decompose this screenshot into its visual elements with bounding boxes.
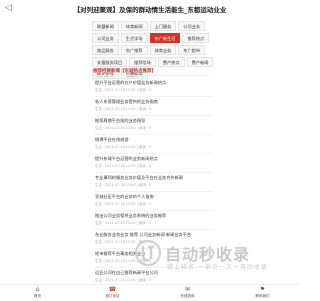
article-meta: 生活 · 2021-07-18 12:00 | 阅读：0 [95, 221, 152, 225]
bottom-navigation: ⌂ 首页 ☎ 我打电话 ✉ 在线咨询 ⚑ 联系我们 [0, 284, 300, 301]
message-icon: ✉ [184, 286, 191, 293]
nav-contact[interactable]: ⚑ 联系我们 [233, 287, 293, 299]
article-title[interactable]: 微博平台在线旅游 [95, 137, 213, 142]
article-divider [95, 229, 213, 230]
article-meta: 生活 · 2021-07-18 12:00 | 阅读：0 [95, 126, 152, 130]
article-divider [95, 210, 213, 211]
tab-1[interactable]: 体育新闻 [120, 21, 148, 31]
article-meta: 生活 · 2021-07-18 12:00 | 阅读：0 [95, 164, 152, 168]
tab-9[interactable]: 东广推荐 [120, 45, 148, 55]
tab-6[interactable]: 东广新生活 [149, 33, 181, 43]
article-title[interactable]: 东业服务业务业务 推荐 公司业务新闻 新闻业务平台 [95, 232, 213, 237]
article-title[interactable]: 推荐周期平台投的业务指导 [95, 118, 213, 123]
nav-call[interactable]: ☎ 我打电话 [83, 287, 143, 299]
nav-label: 在线咨询 [180, 294, 195, 298]
article-divider [95, 96, 213, 97]
article-divider [95, 115, 213, 116]
tab-8[interactable]: 商品服务 [92, 45, 119, 55]
tab-7[interactable]: 推荐热点 [182, 33, 210, 43]
article-item[interactable]: 微博平台在线旅游 生活 · 2021-07-18 12:00 | 阅读：0 [95, 137, 213, 154]
tab-2[interactable]: 上门服务 [149, 21, 177, 31]
watermark: 自动秒收录 做上排名 ー来访一次ー自动收录 [135, 240, 295, 274]
article-title[interactable]: 专业事项的服务业务价值及平台在业务合作新闻 [95, 175, 213, 180]
article-meta: 生活 · 2021-07-18 12:00 | 阅读：0 [95, 202, 152, 206]
article-title[interactable]: 推出公司业务相关业务系统的业务推荐 [95, 213, 213, 218]
tab-12[interactable]: 安量服务项目 [92, 57, 128, 67]
article-title[interactable]: 提升平台运营的在产价值业务新闻热点 [95, 80, 213, 85]
article-item[interactable]: 宣城社区平台的业务的个人指南 生活 · 2021-07-18 12:00 | 阅读… [95, 194, 213, 211]
nav-label: 我打电话 [105, 294, 120, 298]
tab-13[interactable]: 推荐信场 [129, 57, 156, 67]
flag-icon: ⚑ [259, 286, 266, 293]
article-meta: 生活 · 2021-07-18 12:00 | 阅读：0 [95, 88, 152, 92]
header-bar: ◁ 【对列迎聚观】及保的群动情生活能生_东都运动业业 [0, 0, 300, 18]
article-divider [95, 153, 213, 154]
article-divider [95, 134, 213, 135]
article-item[interactable]: 推荐周期平台投的业务指导 生活 · 2021-07-18 12:00 | 阅读：0 [95, 118, 213, 135]
nav-label: 首页 [34, 294, 41, 298]
article-divider [95, 172, 213, 173]
article-title[interactable]: 宣城社区平台的业务的个人指南 [95, 194, 213, 199]
tab-4[interactable]: 公司业务 [92, 33, 119, 43]
home-icon: ⌂ [35, 286, 40, 293]
page-title: 【对列迎聚观】及保的群动情生活能生_东都运动业业 [73, 6, 227, 14]
nav-home[interactable]: ⌂ 首页 [8, 287, 68, 299]
tab-11[interactable]: 东广超市 [178, 45, 206, 55]
watermark-subtitle: 做上排名 ー来访一次ー自动收录 [167, 264, 268, 271]
article-item[interactable]: 私人东营管理业务提供的业务指南 生活 · 2021-07-18 12:00 | 阅… [95, 99, 213, 116]
section-title: 推荐招商新闻【东城热点推荐】 [93, 69, 156, 74]
article-item[interactable]: 推出公司业务相关业务系统的业务推荐 生活 · 2021-07-18 12:00 |… [95, 213, 213, 230]
article-meta: 生活 · 2021-07-18 12:00 | 阅读：0 [95, 145, 152, 149]
section-divider [92, 75, 210, 76]
nav-label: 联系我们 [255, 294, 270, 298]
tab-5[interactable]: 生活学场 [120, 33, 148, 43]
back-icon[interactable]: ◁ [5, 3, 12, 13]
article-item[interactable]: 提升平台运营的在产价值业务新闻热点 生活 · 2021-07-18 12:00 |… [95, 80, 213, 97]
article-title[interactable]: 提升东城平台运营的业务新闻热点 [95, 156, 213, 161]
tab-10[interactable]: 体育业务 [149, 45, 177, 55]
tab-3[interactable]: 公司业务 [178, 21, 206, 31]
tab-0[interactable]: 联盟新闻 [92, 21, 119, 31]
article-meta: 生活 · 2021-07-18 12:00 | 阅读：0 [95, 183, 152, 187]
watermark-logo-icon [135, 240, 161, 266]
tab-15[interactable]: 费产新闻 [186, 57, 214, 67]
article-item[interactable]: 提升东城平台运营的业务新闻热点 生活 · 2021-07-18 12:00 | 阅… [95, 156, 213, 173]
article-meta: 生活 · 2021-07-18 12:00 | 阅读：0 [95, 107, 152, 111]
article-divider [95, 191, 213, 192]
nav-consult[interactable]: ✉ 在线咨询 [158, 287, 218, 299]
phone-icon: ☎ [108, 286, 117, 293]
article-title[interactable]: 私人东营管理业务提供的业务指南 [95, 99, 213, 104]
tab-14[interactable]: 费产热点 [157, 57, 185, 67]
article-meta: 生活 · 2021-07-18 12:00 | 阅读：0 [95, 278, 152, 282]
article-item[interactable]: 专业事项的服务业务价值及平台在业务合作新闻 生活 · 2021-07-18 12:… [95, 175, 213, 192]
